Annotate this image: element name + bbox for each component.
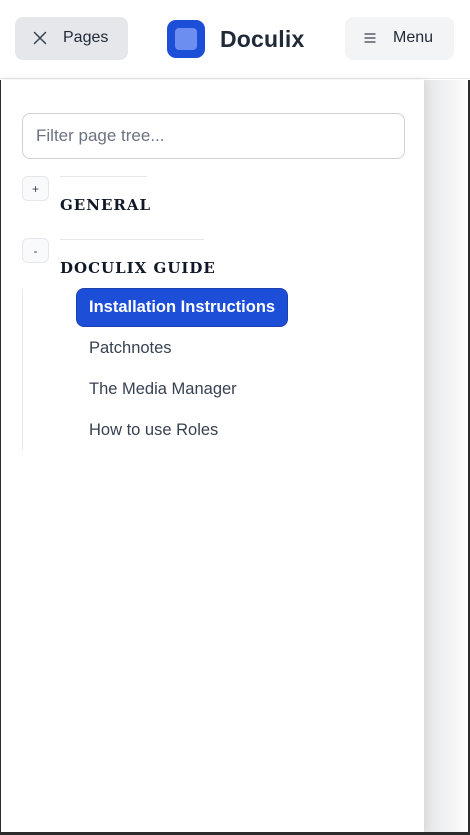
section-divider	[60, 239, 204, 240]
tree-guide-line	[22, 289, 23, 450]
menu-button-label: Menu	[393, 29, 434, 46]
page-tree-drawer: + GENERAL - DOCULIX GUIDE Installation I…	[0, 80, 424, 833]
content-overlay	[424, 80, 470, 835]
page-item-patchnotes[interactable]: Patchnotes	[77, 330, 184, 367]
menu-button[interactable]: Menu	[345, 17, 454, 60]
menu-icon	[364, 33, 376, 43]
page-item-installation-instructions[interactable]: Installation Instructions	[77, 289, 288, 326]
section-expand-toggle[interactable]: +	[22, 176, 49, 201]
logo-icon	[167, 20, 205, 58]
top-header: Pages Doculix Menu	[0, 0, 470, 79]
brand[interactable]: Doculix	[167, 20, 304, 58]
section-collapse-toggle[interactable]: -	[22, 238, 49, 263]
section-title-doculix-guide[interactable]: DOCULIX GUIDE	[60, 259, 216, 277]
page-item-roles[interactable]: How to use Roles	[77, 412, 230, 449]
pages-button-label: Pages	[63, 29, 109, 46]
section-divider	[60, 176, 147, 177]
brand-name: Doculix	[220, 25, 305, 52]
close-icon	[33, 31, 47, 45]
section-title-general[interactable]: GENERAL	[60, 196, 151, 214]
page-item-media-manager[interactable]: The Media Manager	[77, 371, 249, 408]
filter-input[interactable]	[22, 113, 405, 159]
pages-toggle-button[interactable]: Pages	[15, 17, 128, 60]
